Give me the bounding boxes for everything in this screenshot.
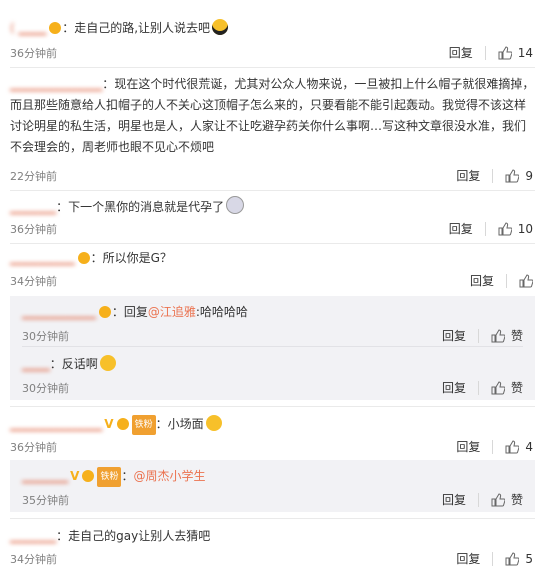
thumb-up-icon (491, 380, 505, 394)
reply-text: 反话啊 (61, 357, 98, 371)
like-button[interactable]: 14 (498, 46, 533, 60)
verified-badge-icon (116, 417, 130, 437)
reply-thread: ▁▁▁▁▁ V 铁粉 ：@周杰小学生 35分钟前 回复 赞 (10, 460, 535, 512)
thumb-up-icon (505, 439, 520, 453)
comment-time: 36分钟前 (10, 223, 57, 236)
comment-text: 走自己的gay让别人去猜吧 (68, 529, 211, 543)
reply-button[interactable]: 回复 (430, 379, 466, 396)
divider (10, 67, 535, 68)
commenter-name[interactable]: ▁▁▁▁▁ (10, 200, 56, 214)
like-button[interactable] (519, 273, 533, 288)
laugh-emoji-icon (99, 355, 116, 371)
like-button[interactable]: 赞 (491, 379, 523, 396)
like-button[interactable]: 5 (505, 552, 533, 566)
thumb-up-icon (498, 221, 512, 235)
commenter-name[interactable]: ( ▁▁▁ (10, 21, 46, 35)
reply-button[interactable]: 回复 (437, 220, 473, 237)
like-count: 10 (517, 221, 533, 236)
like-count: 4 (525, 439, 533, 454)
vip-icon: V (104, 417, 114, 431)
commenter-name[interactable]: ▁▁▁▁▁▁▁▁▁▁ (10, 77, 102, 91)
like-button[interactable]: 赞 (491, 327, 523, 344)
comment-time: 36分钟前 (10, 441, 57, 454)
thumb-up-icon (519, 273, 533, 287)
comment-text: 小场面 (167, 417, 204, 431)
reply-button[interactable]: 回复 (437, 44, 473, 61)
verified-badge-icon (48, 21, 62, 41)
reply-text: :哈哈哈哈 (195, 305, 248, 319)
thumb-up-icon (505, 551, 520, 565)
comment-text: 下一个黑你的消息就是代孕了 (68, 200, 225, 214)
reply-button[interactable]: 回复 (444, 167, 480, 184)
reply-button[interactable]: 回复 (444, 550, 480, 567)
divider (10, 243, 535, 244)
reply-button[interactable]: 回复 (444, 438, 480, 455)
commenter-name[interactable]: ▁▁▁▁▁▁▁ (10, 251, 75, 265)
like-button[interactable]: 9 (505, 169, 533, 183)
like-button[interactable]: 赞 (491, 491, 523, 508)
like-button[interactable]: 10 (498, 222, 533, 236)
thumb-up-icon (491, 492, 505, 506)
cool-emoji-icon (212, 19, 229, 35)
verified-badge-icon (81, 469, 95, 489)
like-count: 5 (525, 551, 533, 566)
commenter-name[interactable]: ▁▁▁▁▁ (10, 529, 56, 543)
reply-button[interactable]: 回复 (430, 327, 466, 344)
comment-text: 走自己的路,让别人说去吧 (74, 21, 211, 35)
like-button[interactable]: 4 (505, 440, 533, 454)
comment-time: 34分钟前 (10, 275, 57, 288)
comment-time: 22分钟前 (10, 170, 57, 183)
mention-link[interactable]: @江追雅 (148, 305, 196, 319)
like-count: 9 (525, 168, 533, 183)
comment-time: 36分钟前 (10, 47, 57, 60)
commenter-name[interactable]: ▁▁▁▁▁▁▁▁▁▁ (10, 417, 102, 431)
fan-badge: 铁粉 (97, 467, 122, 487)
smug-emoji-icon (205, 415, 222, 431)
reply-time: 30分钟前 (22, 330, 69, 343)
divider (10, 518, 535, 519)
verified-badge-icon (77, 251, 91, 271)
reply-author[interactable]: ▁▁▁▁▁▁▁▁ (22, 305, 96, 319)
comment-feed: ( ▁▁▁ ：走自己的路,让别人说去吧 36分钟前 回复 14 ▁▁▁▁▁▁▁▁▁… (10, 19, 535, 567)
divider (10, 190, 535, 191)
reply-author[interactable]: ▁▁▁▁▁ (22, 469, 68, 483)
reply-author[interactable]: ▁▁▁ (22, 357, 50, 371)
thumb-up-icon (491, 328, 505, 342)
divider (10, 406, 535, 407)
thumb-up-icon (498, 45, 512, 59)
comment-time: 34分钟前 (10, 553, 57, 566)
like-count: 14 (517, 45, 533, 60)
mention-link[interactable]: @周杰小学生 (133, 469, 205, 483)
reply-time: 35分钟前 (22, 494, 69, 507)
reply-thread: ▁▁▁▁▁▁▁▁ ：回复@江追雅:哈哈哈哈 30分钟前 回复 赞 ▁▁▁：反话啊 … (10, 296, 535, 400)
comment-text: 所以你是G？ (102, 251, 172, 265)
verified-badge-icon (98, 305, 112, 325)
vip-icon: V (70, 469, 80, 483)
fan-badge: 铁粉 (131, 415, 156, 435)
reply-button[interactable]: 回复 (430, 491, 466, 508)
reply-time: 30分钟前 (22, 382, 69, 395)
shocked-emoji-icon (226, 196, 245, 214)
thumb-up-icon (505, 168, 520, 182)
reply-button[interactable]: 回复 (458, 272, 494, 289)
